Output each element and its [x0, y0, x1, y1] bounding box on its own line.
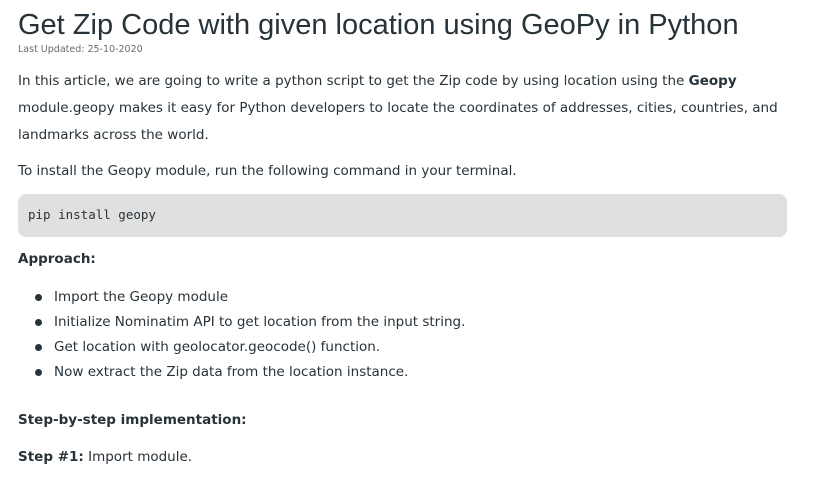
last-updated-date: Last Updated: 25-10-2020: [18, 44, 143, 55]
install-command: pip install geopy: [28, 207, 156, 222]
intro-text-start: In this article, we are going to write a…: [18, 73, 689, 89]
list-item-text: Get location with geolocator.geocode() f…: [54, 339, 381, 355]
list-item-text: Now extract the Zip data from the locati…: [54, 364, 409, 380]
intro-paragraph: In this article, we are going to write a…: [18, 68, 796, 149]
steps-heading: Step-by-step implementation:: [18, 412, 247, 428]
article-title: Get Zip Code with given location using G…: [18, 9, 739, 41]
code-block: pip install geopy: [18, 194, 787, 237]
install-instructions: To install the Geopy module, run the fol…: [18, 163, 517, 179]
step-1-text: Import module.: [83, 449, 193, 465]
list-item-text: Import the Geopy module: [54, 289, 229, 305]
list-item: Get location with geolocator.geocode() f…: [18, 336, 465, 361]
list-item: Import the Geopy module: [18, 286, 465, 311]
list-item: Initialize Nominatim API to get location…: [18, 311, 465, 336]
bullet-icon: [35, 369, 42, 376]
list-item: Now extract the Zip data from the locati…: [18, 361, 465, 386]
approach-heading: Approach:: [18, 251, 96, 267]
step-1: Step #1: Import module.: [18, 449, 192, 465]
bullet-icon: [35, 319, 42, 326]
intro-bold-geopy: Geopy: [688, 73, 737, 89]
list-item-text: Initialize Nominatim API to get location…: [54, 314, 466, 330]
bullet-icon: [35, 294, 42, 301]
step-1-label: Step #1:: [18, 449, 84, 465]
bullet-icon: [35, 344, 42, 351]
approach-list: Import the Geopy module Initialize Nomin…: [18, 286, 465, 386]
intro-text-end: module.geopy makes it easy for Python de…: [18, 100, 778, 143]
